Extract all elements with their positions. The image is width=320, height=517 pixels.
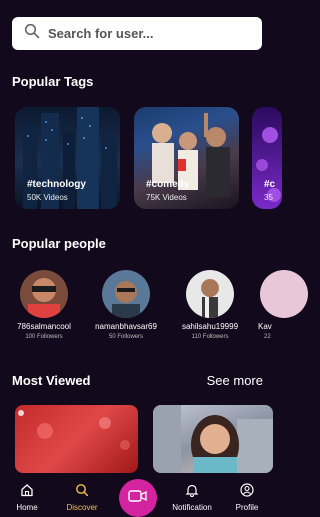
- popular-tags-heading: Popular Tags: [12, 74, 94, 89]
- person-followers: 110 Followers: [191, 334, 229, 340]
- red-lights-image: [18, 410, 130, 450]
- tag-count: 35: [264, 193, 273, 202]
- avatar: [260, 270, 308, 318]
- most-viewed-heading: Most Viewed: [12, 373, 91, 388]
- bell-icon: [185, 484, 199, 501]
- person-username: namanbhavsar69: [95, 322, 157, 331]
- tag-count: 75K Videos: [146, 193, 187, 202]
- person-username: Kav: [258, 322, 272, 331]
- popular-people-heading: Popular people: [12, 236, 106, 251]
- search-icon: [75, 484, 89, 501]
- avatar: [102, 270, 150, 318]
- profile-icon: [240, 483, 254, 501]
- record-video-button[interactable]: [119, 479, 157, 517]
- tag-card-partial[interactable]: #c 35: [252, 107, 282, 209]
- home-icon: [20, 484, 34, 501]
- person-followers: 50 Followers: [108, 334, 143, 340]
- tag-name: #c: [264, 179, 276, 190]
- search-bar[interactable]: [12, 17, 262, 50]
- person-username: sahilsahu19999: [181, 322, 239, 331]
- person-followers: 22: [264, 334, 271, 340]
- nav-home[interactable]: Home: [2, 483, 52, 512]
- search-icon: [24, 23, 40, 44]
- woman-portrait-image: [153, 405, 273, 473]
- nav-notification[interactable]: Notification: [167, 483, 217, 512]
- nav-label: Profile: [235, 503, 259, 512]
- video-camera-icon: [128, 489, 148, 508]
- person-card[interactable]: namanbhavsar69 50 Followers: [91, 270, 161, 340]
- avatar: [186, 270, 234, 318]
- nav-profile[interactable]: Profile: [222, 483, 272, 512]
- nav-discover[interactable]: Discover: [57, 483, 107, 512]
- person-card[interactable]: 786salmancool 100 Followers: [9, 270, 79, 340]
- avatar: [20, 270, 68, 318]
- video-thumbnail[interactable]: [153, 405, 273, 473]
- tag-name: #comedy: [146, 179, 190, 190]
- nav-label: Discover: [66, 503, 98, 512]
- nav-label: Notification: [172, 503, 212, 512]
- video-thumbnail[interactable]: [15, 405, 138, 473]
- tag-count: 50K Videos: [27, 193, 68, 202]
- person-followers: 100 Followers: [25, 334, 63, 340]
- search-input[interactable]: [48, 26, 238, 41]
- person-username: 786salmancool: [17, 322, 71, 331]
- nav-label: Home: [16, 503, 38, 512]
- person-card[interactable]: sahilsahu19999 110 Followers: [175, 270, 245, 340]
- person-card[interactable]: Kav 22: [252, 270, 320, 340]
- tag-card-technology[interactable]: #technology 50K Videos: [15, 107, 120, 209]
- tag-name: #technology: [27, 179, 86, 190]
- see-more-link[interactable]: See more: [207, 373, 263, 388]
- tag-card-comedy[interactable]: #comedy 75K Videos: [134, 107, 239, 209]
